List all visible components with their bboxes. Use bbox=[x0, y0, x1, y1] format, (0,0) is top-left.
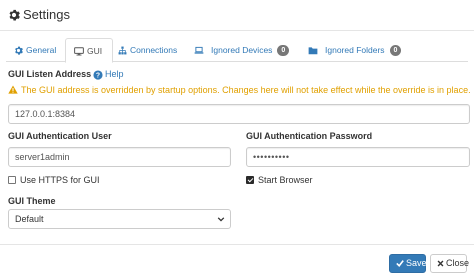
tab-connections-label: Connections bbox=[130, 45, 178, 55]
tab-gui[interactable]: GUI bbox=[65, 38, 113, 63]
gear-icon bbox=[15, 46, 23, 55]
check-icon bbox=[396, 260, 404, 268]
gui-theme-select[interactable]: Default bbox=[8, 209, 231, 229]
start-browser-checkbox[interactable] bbox=[246, 176, 254, 184]
tab-ignored-folders[interactable]: Ignored Folders 0 bbox=[308, 38, 402, 62]
gui-listen-address-label: GUI Listen Address bbox=[8, 69, 92, 79]
close-button-label: Close bbox=[446, 258, 470, 268]
gear-icon bbox=[9, 9, 20, 21]
tab-ignored-devices-label: Ignored Devices bbox=[211, 45, 273, 55]
monitor-icon bbox=[74, 47, 84, 56]
gui-theme-selected-value: Default bbox=[15, 214, 44, 224]
help-link-label: Help bbox=[105, 69, 124, 79]
ignored-folders-count-badge: 0 bbox=[389, 45, 402, 57]
warning-icon bbox=[8, 85, 18, 94]
question-circle-icon: ? bbox=[93, 70, 103, 80]
gui-auth-password-label: GUI Authentication Password bbox=[246, 131, 373, 141]
gui-auth-password-input[interactable]: •••••••••• bbox=[246, 147, 470, 167]
tab-general-label: General bbox=[26, 45, 57, 55]
override-warning-text: The GUI address is overridden by startup… bbox=[21, 85, 471, 95]
close-button[interactable]: Close bbox=[430, 254, 470, 273]
use-https-checkbox[interactable] bbox=[8, 176, 16, 184]
sitemap-icon bbox=[118, 46, 127, 55]
laptop-icon bbox=[194, 47, 204, 54]
gui-auth-user-input[interactable]: server1admin bbox=[8, 147, 231, 167]
gui-listen-address-input[interactable]: 127.0.0.1:8384 bbox=[8, 104, 470, 124]
ignored-devices-count-badge: 0 bbox=[277, 45, 290, 57]
use-https-label: Use HTTPS for GUI bbox=[20, 175, 100, 185]
use-https-option[interactable]: Use HTTPS for GUI bbox=[8, 175, 100, 185]
start-browser-option[interactable]: Start Browser bbox=[246, 175, 313, 185]
modal-header: Settings bbox=[0, 0, 474, 31]
tab-general[interactable]: General bbox=[14, 38, 56, 62]
save-button[interactable]: Save bbox=[389, 254, 427, 273]
override-warning: The GUI address is overridden by startup… bbox=[8, 85, 471, 95]
settings-tabs: General GUI Connections Ignored Devices 0… bbox=[6, 38, 468, 63]
gui-auth-user-label: GUI Authentication User bbox=[8, 131, 112, 141]
chevron-down-icon bbox=[217, 217, 225, 222]
gui-theme-label: GUI Theme bbox=[8, 196, 56, 206]
close-icon bbox=[437, 260, 444, 267]
tab-ignored-devices[interactable]: Ignored Devices 0 bbox=[194, 38, 290, 62]
start-browser-label: Start Browser bbox=[258, 175, 313, 185]
save-button-label: Save bbox=[406, 258, 427, 268]
help-link[interactable]: ? Help bbox=[93, 69, 124, 80]
modal-title: Settings bbox=[23, 7, 70, 22]
tab-gui-label: GUI bbox=[87, 46, 103, 56]
tab-ignored-folders-label: Ignored Folders bbox=[325, 45, 385, 55]
svg-text:?: ? bbox=[96, 72, 100, 79]
tab-connections[interactable]: Connections bbox=[118, 38, 177, 62]
folder-icon bbox=[308, 47, 318, 55]
